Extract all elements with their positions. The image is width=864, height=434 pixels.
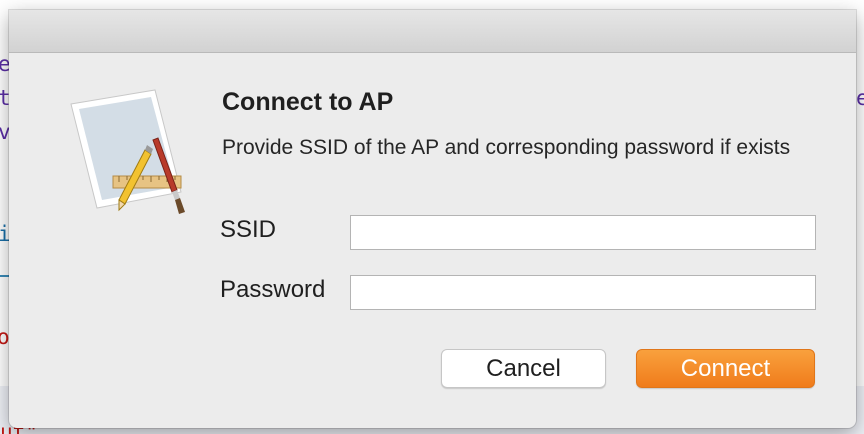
background-text: e <box>856 86 864 110</box>
ssid-input[interactable] <box>350 215 816 250</box>
cancel-button[interactable]: Cancel <box>441 349 606 388</box>
connect-dialog: Connect to AP Provide SSID of the AP and… <box>9 10 856 428</box>
app-icon <box>70 89 185 214</box>
connect-button[interactable]: Connect <box>636 349 815 388</box>
password-label: Password <box>220 276 326 303</box>
dialog-titlebar <box>9 10 856 53</box>
password-input[interactable] <box>350 275 816 310</box>
dialog-title: Connect to AP <box>222 88 394 116</box>
ssid-label: SSID <box>220 216 277 243</box>
screen: e t v i o e ut" <box>0 0 864 434</box>
dialog-message: Provide SSID of the AP and corresponding… <box>222 136 791 159</box>
